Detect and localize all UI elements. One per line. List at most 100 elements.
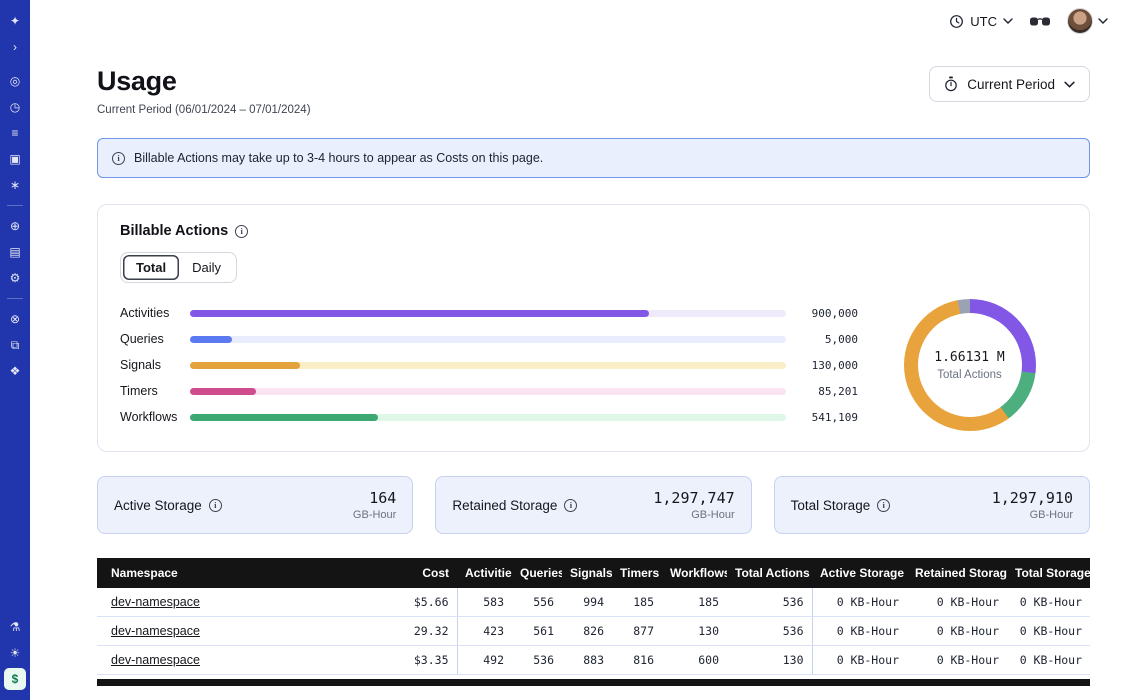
storage-card-label: Total Storage — [791, 498, 891, 513]
getting-started-icon[interactable]: ❖ — [4, 360, 26, 382]
limits-icon[interactable]: ⊗ — [4, 308, 26, 330]
bar-row: Queries 5,000 — [120, 332, 858, 347]
storage-card: Retained Storage 1,297,747 GB-Hour — [435, 476, 751, 534]
clock-icon — [949, 14, 964, 29]
storage-card-unit: GB-Hour — [353, 509, 396, 521]
info-icon[interactable] — [564, 499, 577, 512]
namespace-link[interactable]: dev-namespace — [111, 595, 200, 609]
bar-fill — [190, 362, 300, 369]
bar-row: Activities 900,000 — [120, 306, 858, 321]
storage-card-label: Active Storage — [114, 498, 222, 513]
table-cell: 536 — [727, 588, 812, 617]
donut-center-value: 1.66131 M — [934, 350, 1004, 365]
bar-value: 900,000 — [798, 307, 858, 320]
bar-fill — [190, 310, 649, 317]
info-banner-text: Billable Actions may take up to 3-4 hour… — [134, 151, 543, 165]
tab-total[interactable]: Total — [123, 255, 179, 280]
bar-row: Signals 130,000 — [120, 358, 858, 373]
table-cell: 994 — [562, 588, 612, 617]
chevron-down-icon — [1098, 18, 1108, 24]
table-cell: 536 — [512, 646, 562, 675]
sidebar-divider — [7, 298, 23, 299]
docs-icon[interactable]: ⧉ — [4, 334, 26, 356]
table-cell: 0 KB-Hour — [907, 617, 1007, 646]
tab-daily[interactable]: Daily — [179, 255, 234, 280]
storage-card: Active Storage 164 GB-Hour — [97, 476, 413, 534]
billable-actions-title: Billable Actions — [120, 223, 228, 239]
table-cell: 492 — [457, 646, 512, 675]
namespaces-icon[interactable]: ◎ — [4, 70, 26, 92]
batch-icon[interactable]: ▣ — [4, 148, 26, 170]
chevron-down-icon — [1003, 18, 1013, 24]
table-row: dev-namespace$5.665835569941851855360 KB… — [97, 588, 1090, 617]
col-header: Cost — [387, 558, 457, 588]
bar-label: Timers — [120, 384, 190, 398]
table-cell: 583 — [457, 588, 512, 617]
col-header: Signals — [562, 558, 612, 588]
storage-card-value: 1,297,910 — [992, 489, 1073, 507]
stopwatch-icon — [944, 76, 958, 92]
bar-label: Signals — [120, 358, 190, 372]
table-cell: 0 KB-Hour — [812, 588, 907, 617]
support-glasses-icon[interactable] — [1029, 15, 1051, 28]
donut-center-label: Total Actions — [937, 369, 1002, 381]
col-header: Retained Storage — [907, 558, 1007, 588]
storage-card-label: Retained Storage — [452, 498, 577, 513]
table-cell: dev-namespace — [97, 588, 387, 617]
bar-label: Queries — [120, 332, 190, 346]
info-icon[interactable] — [877, 499, 890, 512]
bar-value: 541,109 — [798, 411, 858, 424]
namespace-link[interactable]: dev-namespace — [111, 653, 200, 667]
billable-bar-chart: Activities 900,000 Queries 5,000 Signals… — [120, 306, 858, 425]
storage-summary-row: Active Storage 164 GB-Hour Retained Stor… — [97, 476, 1090, 534]
bar-fill — [190, 336, 232, 343]
bar-row: Workflows 541,109 — [120, 410, 858, 425]
billable-tabs: TotalDaily — [120, 252, 237, 283]
namespace-usage-table: NamespaceCostActivitiesQueriesSignalsTim… — [97, 558, 1090, 675]
labs-flask-icon[interactable]: ⚗ — [4, 616, 26, 638]
theme-sun-icon[interactable]: ☀ — [4, 642, 26, 664]
info-icon[interactable] — [235, 225, 248, 238]
billing-icon[interactable]: ▤ — [4, 241, 26, 263]
table-cell: dev-namespace — [97, 646, 387, 675]
timezone-selector[interactable]: UTC — [949, 14, 1013, 29]
table-cell: 883 — [562, 646, 612, 675]
bar-track — [190, 362, 786, 369]
namespace-link[interactable]: dev-namespace — [111, 624, 200, 638]
table-cell: 0 KB-Hour — [812, 646, 907, 675]
col-header: Total Storage — [1007, 558, 1090, 588]
table-cell: dev-namespace — [97, 617, 387, 646]
storage-card: Total Storage 1,297,910 GB-Hour — [774, 476, 1090, 534]
collapse-chevron-icon[interactable]: › — [4, 36, 26, 58]
bar-track — [190, 388, 786, 395]
settings-gear-icon[interactable]: ⚙ — [4, 267, 26, 289]
bar-value: 5,000 — [798, 333, 858, 346]
info-icon[interactable] — [209, 499, 222, 512]
bar-label: Activities — [120, 306, 190, 320]
temporal-logo-icon[interactable]: ✦ — [4, 10, 26, 32]
table-cell: 185 — [612, 588, 662, 617]
next-table-partial-header — [97, 679, 1090, 686]
table-cell: 826 — [562, 617, 612, 646]
sidebar-divider — [7, 205, 23, 206]
period-dropdown-button[interactable]: Current Period — [929, 66, 1090, 102]
bar-fill — [190, 414, 378, 421]
table-cell: 29.32 — [387, 617, 457, 646]
table-cell: 0 KB-Hour — [1007, 617, 1090, 646]
table-cell: 423 — [457, 617, 512, 646]
bar-track — [190, 336, 786, 343]
deployments-icon[interactable]: ≡ — [4, 122, 26, 144]
namespace-usage-table-wrap: NamespaceCostActivitiesQueriesSignalsTim… — [97, 558, 1090, 686]
col-header: Active Storage — [812, 558, 907, 588]
total-actions-donut-chart: 1.66131 M Total Actions — [904, 299, 1036, 431]
regions-icon[interactable]: ⊕ — [4, 215, 26, 237]
nexus-icon[interactable]: ∗ — [4, 174, 26, 196]
storage-card-value: 1,297,747 — [653, 489, 734, 507]
bar-value: 85,201 — [798, 385, 858, 398]
info-icon — [112, 152, 125, 165]
table-cell: 130 — [727, 646, 812, 675]
usage-dollar-icon[interactable]: $ — [4, 668, 26, 690]
account-menu[interactable] — [1067, 8, 1108, 34]
chevron-down-icon — [1064, 81, 1075, 88]
schedules-icon[interactable]: ◷ — [4, 96, 26, 118]
